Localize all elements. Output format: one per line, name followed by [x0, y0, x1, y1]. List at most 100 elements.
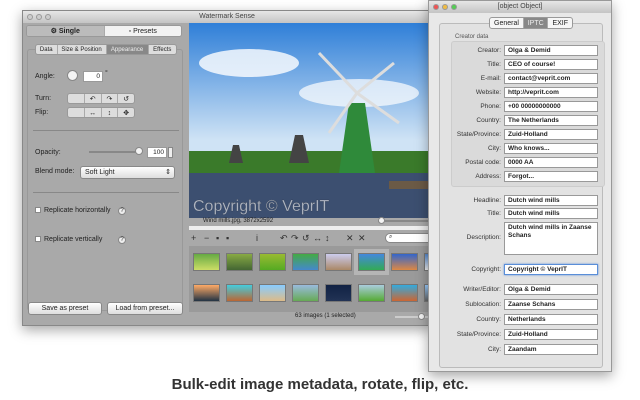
search-icon: ⌕: [389, 234, 393, 240]
tab-effects[interactable]: Effects: [149, 45, 176, 54]
divider: [33, 130, 179, 131]
flip-vertical-icon[interactable]: ↕: [325, 233, 330, 243]
field-input[interactable]: The Netherlands: [504, 115, 598, 126]
field-input[interactable]: Zaandam: [504, 344, 598, 355]
field-label: State/Province:: [456, 131, 501, 138]
thumbnail[interactable]: [358, 284, 385, 302]
copyright-input[interactable]: Copyright © VeprIT: [504, 264, 598, 275]
help-icon[interactable]: ?: [118, 207, 126, 215]
remove-watermark-icon[interactable]: ✕: [346, 233, 354, 244]
field-label: Website:: [475, 89, 501, 96]
field-input[interactable]: Zaanse Schans: [504, 299, 598, 310]
opacity-stepper[interactable]: [168, 147, 173, 158]
zoom-button[interactable]: [451, 4, 457, 10]
remove-all-icon[interactable]: ✕: [358, 233, 366, 244]
flip-horizontal-icon[interactable]: ↔: [85, 108, 102, 117]
close-button[interactable]: [433, 4, 439, 10]
add-icon[interactable]: +: [191, 233, 196, 243]
replicate-horizontally-checkbox[interactable]: Replicate horizontally: [35, 207, 111, 214]
metadata-row: State/Province: Zuid-Holland: [429, 329, 613, 340]
chevron-updown-icon: ⇕: [165, 169, 171, 176]
metadata-row: Writer/Editor: Olga & Demid: [429, 284, 613, 295]
flip-horizontal-icon[interactable]: ↔: [313, 233, 322, 243]
minimize-button[interactable]: [442, 4, 448, 10]
field-input[interactable]: 0000 AA: [504, 157, 598, 168]
divider: [33, 192, 179, 193]
opacity-input[interactable]: 100: [147, 147, 167, 158]
flip-vertical-icon[interactable]: ↕: [102, 108, 119, 117]
angle-dial[interactable]: [67, 70, 78, 81]
zoom-slider[interactable]: [378, 220, 433, 222]
horizontal-scrollbar[interactable]: [189, 226, 433, 230]
minimize-button[interactable]: [36, 14, 42, 20]
help-icon[interactable]: ?: [118, 236, 126, 244]
opacity-slider[interactable]: [89, 151, 139, 153]
title-input[interactable]: Dutch wind mills: [504, 208, 598, 219]
tab-appearance[interactable]: Appearance: [106, 45, 149, 54]
thumbnail[interactable]: [325, 284, 352, 302]
metadata-row: Title: CEO of course!: [429, 59, 613, 70]
search-input[interactable]: ⌕: [385, 233, 433, 243]
save-as-preset-button[interactable]: Save as preset: [28, 302, 102, 315]
rotate-left-icon[interactable]: ↶: [85, 94, 102, 103]
thumbnail[interactable]: [226, 253, 253, 271]
save-all-icon[interactable]: ▪: [226, 233, 229, 243]
rotate-180-icon[interactable]: ↺: [302, 233, 310, 244]
field-label: Address:: [475, 173, 501, 180]
flip-both-icon[interactable]: ✥: [118, 108, 134, 117]
field-input[interactable]: Zuid-Holland: [504, 129, 598, 140]
rotate-right-icon[interactable]: ↷: [291, 233, 299, 244]
headline-input[interactable]: Dutch wind mills: [504, 195, 598, 206]
thumbnail[interactable]: [193, 253, 220, 271]
field-input[interactable]: contact@veprit.com: [504, 73, 598, 84]
angle-input[interactable]: 0: [83, 71, 103, 82]
field-input[interactable]: +00 00000000000: [504, 101, 598, 112]
close-button[interactable]: [27, 14, 33, 20]
field-input[interactable]: Olga & Demid: [504, 284, 598, 295]
caption: Bulk-edit image metadata, rotate, flip, …: [171, 376, 469, 393]
opacity-slider-handle[interactable]: [135, 147, 143, 155]
field-label: Sublocation:: [465, 301, 501, 308]
turn-label: Turn:: [35, 95, 52, 102]
save-icon[interactable]: ▪: [216, 233, 219, 243]
tab-iptc[interactable]: IPTC: [523, 18, 549, 28]
thumbnail[interactable]: [259, 253, 286, 271]
thumbnail[interactable]: [226, 284, 253, 302]
field-label: City:: [488, 145, 501, 152]
blend-mode-select[interactable]: Soft Light ⇕: [80, 166, 175, 179]
replicate-vertically-checkbox[interactable]: Replicate vertically: [35, 236, 102, 243]
field-input[interactable]: http://veprit.com: [504, 87, 598, 98]
rotate-left-icon[interactable]: ↶: [280, 233, 288, 244]
info-icon[interactable]: i: [256, 233, 258, 243]
thumbnail[interactable]: [391, 284, 418, 302]
status-text: 63 images (1 selected): [295, 313, 356, 319]
thumbnail[interactable]: [292, 253, 319, 271]
field-input[interactable]: CEO of course!: [504, 59, 598, 70]
thumbnail[interactable]: [259, 284, 286, 302]
field-input[interactable]: Netherlands: [504, 314, 598, 325]
remove-icon[interactable]: −: [204, 233, 209, 243]
load-from-preset-button[interactable]: Load from preset...: [107, 302, 183, 315]
field-input[interactable]: Olga & Demid: [504, 45, 598, 56]
rotate-right-icon[interactable]: ↷: [102, 94, 119, 103]
field-input[interactable]: Who knows...: [504, 143, 598, 154]
zoom-button[interactable]: [45, 14, 51, 20]
description-textarea[interactable]: Dutch wind mills in Zaanse Schans: [504, 222, 598, 255]
field-input[interactable]: Zuid-Holland: [504, 329, 598, 340]
tab-presets[interactable]: ▫ Presets: [104, 26, 181, 36]
thumbnail[interactable]: [354, 249, 389, 275]
tab-general[interactable]: General: [490, 18, 524, 28]
tab-exif[interactable]: EXIF: [548, 18, 572, 28]
tab-single[interactable]: ⚙ Single: [27, 26, 105, 36]
zoom-slider-handle[interactable]: [378, 217, 385, 224]
watermark-text: Copyright © VeprIT: [193, 198, 330, 215]
field-input[interactable]: Forgot...: [504, 171, 598, 182]
thumbnail[interactable]: [292, 284, 319, 302]
thumbnail[interactable]: [325, 253, 352, 271]
tab-size-position[interactable]: Size & Position: [58, 45, 107, 54]
thumbnail[interactable]: [193, 284, 220, 302]
thumbnail[interactable]: [391, 253, 418, 271]
rotate-180-icon[interactable]: ↺: [118, 94, 134, 103]
tab-data[interactable]: Data: [36, 45, 58, 54]
thumbnail-size-handle[interactable]: [418, 313, 425, 320]
